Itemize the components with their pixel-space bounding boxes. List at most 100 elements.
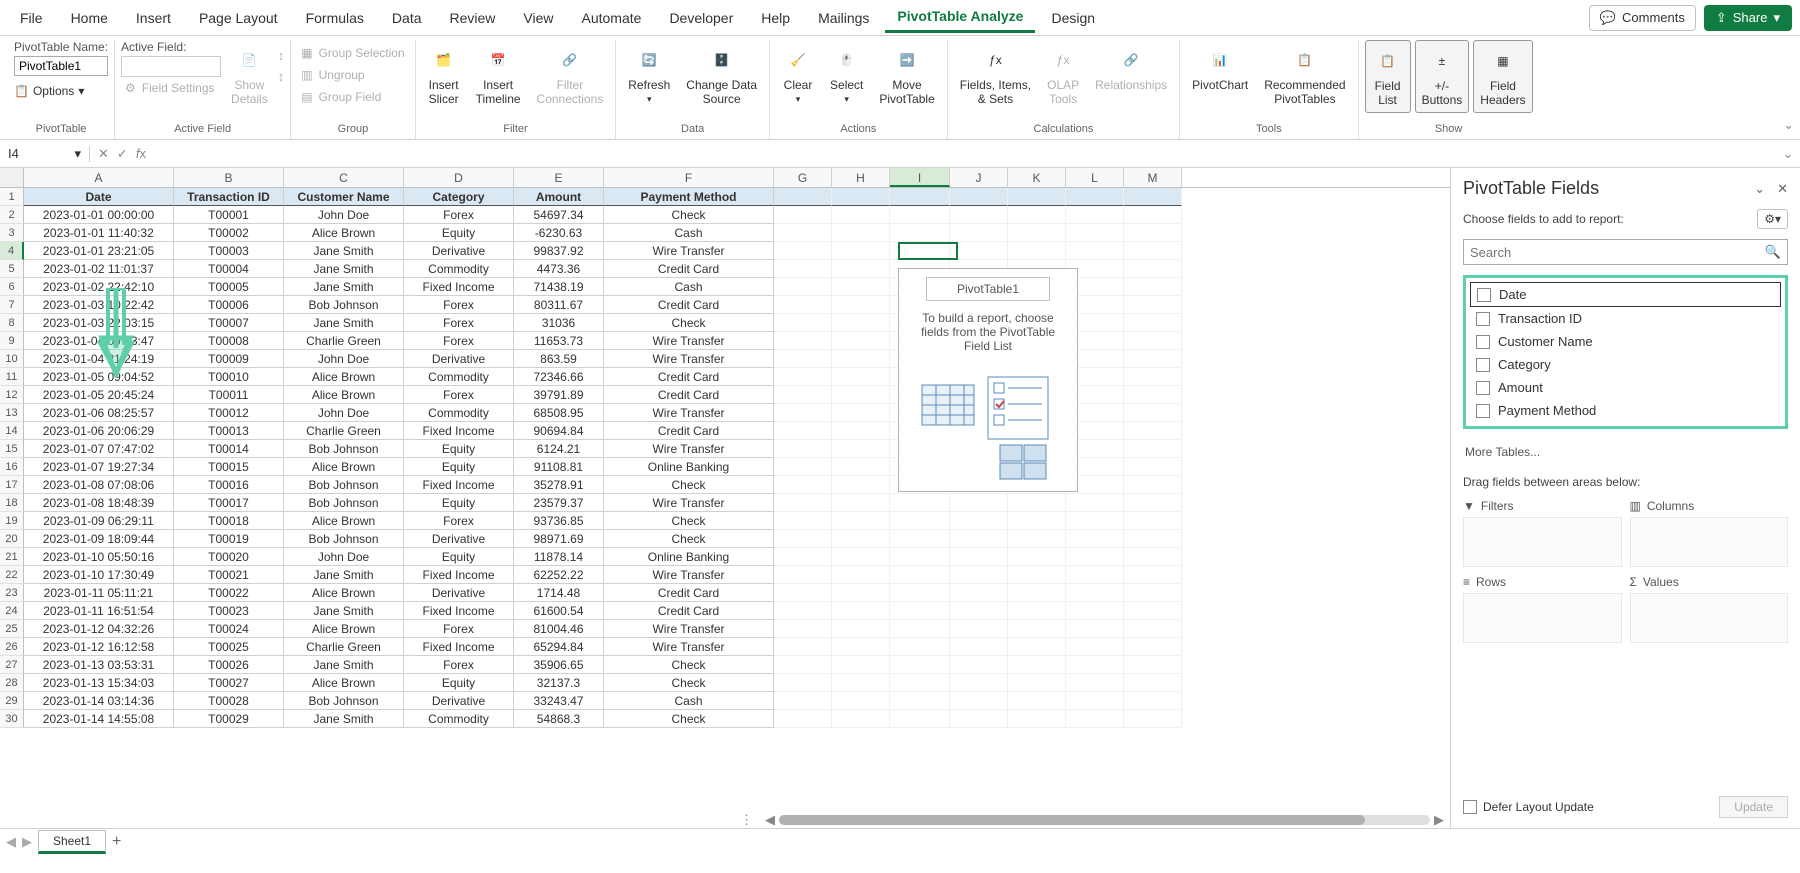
data-cell[interactable]: 2023-01-10 05:50:16 <box>24 548 174 566</box>
data-cell[interactable] <box>890 512 950 530</box>
data-cell[interactable] <box>832 206 890 224</box>
data-cell[interactable]: 2023-01-02 11:01:37 <box>24 260 174 278</box>
tab-file[interactable]: File <box>8 4 55 32</box>
data-cell[interactable] <box>774 206 832 224</box>
column-header-D[interactable]: D <box>404 168 514 187</box>
data-cell[interactable] <box>774 296 832 314</box>
data-cell[interactable]: Credit Card <box>604 296 774 314</box>
data-cell[interactable]: 33243.47 <box>514 692 604 710</box>
data-cell[interactable] <box>832 404 890 422</box>
data-cell[interactable]: 2023-01-13 15:34:03 <box>24 674 174 692</box>
data-cell[interactable]: T00003 <box>174 242 284 260</box>
data-cell[interactable]: Bob Johnson <box>284 476 404 494</box>
data-cell[interactable] <box>1124 206 1182 224</box>
data-cell[interactable]: Jane Smith <box>284 314 404 332</box>
data-cell[interactable] <box>890 566 950 584</box>
tab-developer[interactable]: Developer <box>657 4 745 32</box>
data-cell[interactable] <box>890 656 950 674</box>
data-cell[interactable] <box>1066 494 1124 512</box>
data-cell[interactable] <box>832 476 890 494</box>
data-cell[interactable]: Alice Brown <box>284 674 404 692</box>
data-cell[interactable]: Equity <box>404 440 514 458</box>
data-cell[interactable] <box>1124 386 1182 404</box>
data-cell[interactable]: T00004 <box>174 260 284 278</box>
data-cell[interactable]: Wire Transfer <box>604 332 774 350</box>
tab-review[interactable]: Review <box>438 4 508 32</box>
data-cell[interactable] <box>890 224 950 242</box>
data-cell[interactable]: 2023-01-06 20:06:29 <box>24 422 174 440</box>
data-cell[interactable] <box>1008 584 1066 602</box>
update-button[interactable]: Update <box>1719 796 1788 818</box>
data-cell[interactable]: Wire Transfer <box>604 620 774 638</box>
data-cell[interactable] <box>832 386 890 404</box>
data-cell[interactable]: Commodity <box>404 260 514 278</box>
data-cell[interactable] <box>774 242 832 260</box>
data-cell[interactable]: Jane Smith <box>284 278 404 296</box>
data-cell[interactable] <box>1124 422 1182 440</box>
data-cell[interactable]: 1714.48 <box>514 584 604 602</box>
data-cell[interactable]: Bob Johnson <box>284 692 404 710</box>
data-cell[interactable] <box>890 530 950 548</box>
fields-items-sets-button[interactable]: ƒxFields, Items, & Sets <box>954 40 1037 111</box>
enter-icon[interactable]: ✓ <box>117 146 128 162</box>
header-cell[interactable] <box>890 188 950 206</box>
data-cell[interactable] <box>774 440 832 458</box>
data-cell[interactable] <box>1124 476 1182 494</box>
row-header[interactable]: 19 <box>0 512 24 530</box>
insert-slicer-button[interactable]: 🗂️Insert Slicer <box>422 40 466 111</box>
row-header[interactable]: 18 <box>0 494 24 512</box>
data-cell[interactable]: Online Banking <box>604 458 774 476</box>
data-cell[interactable]: Derivative <box>404 530 514 548</box>
data-cell[interactable] <box>1008 512 1066 530</box>
data-cell[interactable] <box>950 692 1008 710</box>
data-cell[interactable]: T00011 <box>174 386 284 404</box>
data-cell[interactable]: 2023-01-11 05:11:21 <box>24 584 174 602</box>
select-button[interactable]: 🖱️Select▾ <box>824 40 869 109</box>
data-cell[interactable]: T00022 <box>174 584 284 602</box>
data-cell[interactable]: Fixed Income <box>404 638 514 656</box>
data-cell[interactable] <box>890 584 950 602</box>
data-cell[interactable]: 6124.21 <box>514 440 604 458</box>
data-cell[interactable]: 2023-01-07 19:27:34 <box>24 458 174 476</box>
row-header[interactable]: 9 <box>0 332 24 350</box>
data-cell[interactable]: Jane Smith <box>284 710 404 728</box>
data-cell[interactable] <box>890 548 950 566</box>
column-header-H[interactable]: H <box>832 168 890 187</box>
data-cell[interactable]: 32137.3 <box>514 674 604 692</box>
tab-pivottable-analyze[interactable]: PivotTable Analyze <box>885 2 1035 33</box>
data-cell[interactable]: 4473.36 <box>514 260 604 278</box>
data-cell[interactable] <box>1008 656 1066 674</box>
data-cell[interactable]: Bob Johnson <box>284 296 404 314</box>
data-cell[interactable]: Alice Brown <box>284 224 404 242</box>
comments-button[interactable]: 💬 Comments <box>1589 5 1696 31</box>
next-sheet-button[interactable]: ▶ <box>22 834 32 850</box>
data-cell[interactable]: John Doe <box>284 350 404 368</box>
data-cell[interactable]: Fixed Income <box>404 602 514 620</box>
show-details-button[interactable]: 📄 Show Details <box>225 40 274 111</box>
data-cell[interactable] <box>774 224 832 242</box>
data-cell[interactable]: 91108.81 <box>514 458 604 476</box>
group-selection-button[interactable]: ▦Group Selection <box>297 44 408 62</box>
data-cell[interactable]: Check <box>604 530 774 548</box>
data-cell[interactable] <box>1008 548 1066 566</box>
column-header-K[interactable]: K <box>1008 168 1066 187</box>
data-cell[interactable] <box>1124 350 1182 368</box>
data-cell[interactable]: Alice Brown <box>284 584 404 602</box>
data-cell[interactable]: 2023-01-10 17:30:49 <box>24 566 174 584</box>
data-cell[interactable] <box>1066 206 1124 224</box>
data-cell[interactable] <box>832 692 890 710</box>
data-cell[interactable] <box>1124 548 1182 566</box>
header-cell[interactable]: Transaction ID <box>174 188 284 206</box>
data-cell[interactable] <box>1124 296 1182 314</box>
row-header[interactable]: 16 <box>0 458 24 476</box>
data-cell[interactable] <box>774 584 832 602</box>
data-cell[interactable] <box>832 656 890 674</box>
data-cell[interactable] <box>774 656 832 674</box>
data-cell[interactable] <box>1124 368 1182 386</box>
field-item-customer-name[interactable]: Customer Name <box>1470 330 1781 353</box>
share-button[interactable]: ⇪ Share ▾ <box>1704 5 1792 31</box>
data-cell[interactable] <box>1124 314 1182 332</box>
data-cell[interactable]: 39791.89 <box>514 386 604 404</box>
data-cell[interactable]: T00006 <box>174 296 284 314</box>
data-cell[interactable]: Alice Brown <box>284 368 404 386</box>
